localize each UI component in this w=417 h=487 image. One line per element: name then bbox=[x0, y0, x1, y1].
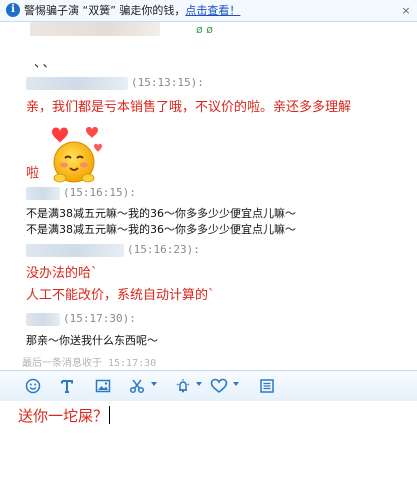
history-icon[interactable] bbox=[256, 375, 278, 397]
message-header: (15:16:23): bbox=[26, 243, 200, 257]
message-dots: 、、 bbox=[34, 56, 58, 71]
message-text: 啦 bbox=[26, 166, 40, 181]
message-header: (15:17:30): bbox=[26, 312, 136, 326]
message-text: 没办法的哈` bbox=[26, 266, 98, 281]
message-text: 不是满38减五元嘛～我的36～你多多少少便宜点儿嘛～ bbox=[26, 223, 296, 236]
message-input-text[interactable]: 送你一坨屎？ bbox=[18, 405, 111, 426]
message-input[interactable]: 送你一坨屎？ bbox=[0, 401, 417, 487]
image-icon[interactable] bbox=[92, 375, 114, 397]
last-message-time: 15:17:30 bbox=[108, 358, 157, 369]
last-message-label: 最后一条消息收于 bbox=[22, 358, 102, 369]
sender-name-blurred bbox=[26, 76, 128, 90]
close-icon[interactable]: × bbox=[399, 0, 413, 21]
chevron-down-icon[interactable] bbox=[151, 382, 157, 386]
message-time: (15:17:30): bbox=[63, 312, 136, 325]
heart-icon[interactable] bbox=[208, 375, 230, 397]
message-text: 人工不能改价，系统自动计算的` bbox=[26, 288, 215, 303]
info-icon: i bbox=[6, 3, 20, 17]
message-time: (15:16:23): bbox=[127, 243, 200, 256]
message-text: 那亲～你送我什么东西呢～ bbox=[26, 334, 158, 347]
message-text: 不是满38减五元嘛～我的36～你多多少少便宜点儿嘛～ bbox=[26, 207, 296, 220]
sender-name-blurred bbox=[26, 312, 60, 326]
sender-name-blurred bbox=[26, 243, 124, 257]
text-caret bbox=[109, 406, 111, 424]
last-message-notice: 最后一条消息收于 15:17:30 bbox=[22, 354, 156, 369]
message-text: 亲，我们都是亏本销售了哦，不议价的啦。亲还多多理解 bbox=[26, 100, 352, 115]
smiley-icon[interactable] bbox=[22, 375, 44, 397]
scissors-icon[interactable] bbox=[126, 375, 148, 397]
banner-text: 警惕骗子演 “双簧” 骗走你的钱， bbox=[24, 4, 186, 17]
message-time: (15:16:15): bbox=[63, 186, 136, 199]
message-header: (15:13:15): bbox=[26, 76, 204, 90]
message-time: (15:13:15): bbox=[131, 76, 204, 89]
chat-window: i 警惕骗子演 “双簧” 骗走你的钱，点击查看！ × ø ø 、、 (15:13… bbox=[0, 0, 417, 487]
blurred-content bbox=[30, 22, 160, 36]
sender-name-blurred bbox=[26, 186, 60, 200]
input-value: 送你一坨屎？ bbox=[18, 407, 109, 425]
banner-link[interactable]: 点击查看！ bbox=[185, 4, 240, 17]
message-list[interactable]: ø ø 、、 (15:13:15): 亲，我们都是亏本销售了哦，不议价的啦。亲还… bbox=[0, 22, 417, 370]
message-header: (15:16:15): bbox=[26, 186, 136, 200]
font-icon[interactable] bbox=[56, 375, 78, 397]
shake-icon[interactable] bbox=[172, 375, 194, 397]
status-icon: ø ø bbox=[196, 23, 213, 36]
banner-text-wrap: 警惕骗子演 “双簧” 骗走你的钱，点击查看！ bbox=[24, 0, 240, 21]
warning-banner: i 警惕骗子演 “双簧” 骗走你的钱，点击查看！ × bbox=[0, 0, 417, 22]
input-toolbar bbox=[0, 370, 417, 402]
chevron-down-icon[interactable] bbox=[196, 382, 202, 386]
blush-emoji-icon bbox=[52, 127, 102, 183]
chevron-down-icon[interactable] bbox=[233, 382, 239, 386]
